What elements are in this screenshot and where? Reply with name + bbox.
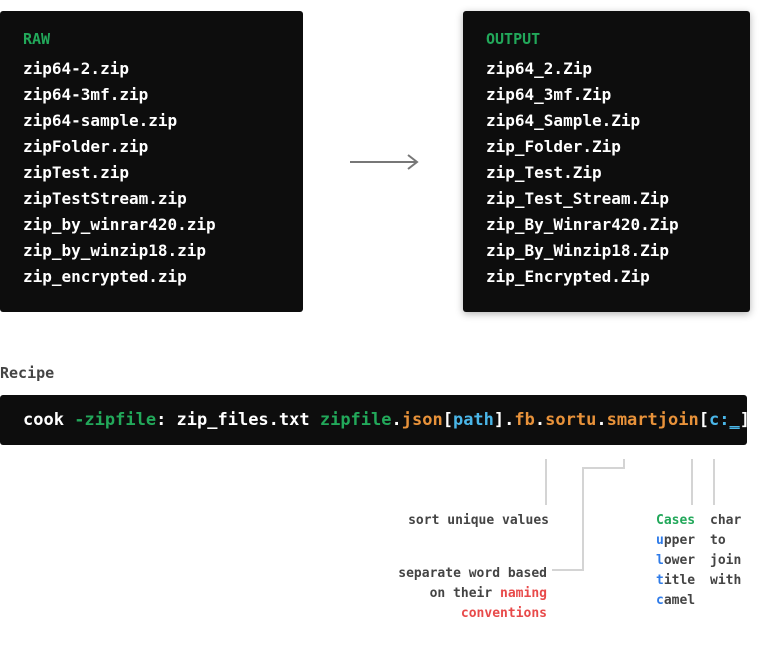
sortu-annotation: sort unique values [408, 513, 549, 528]
flag: -zipfile [74, 410, 157, 430]
case-option: lower [656, 551, 695, 571]
fb-line: on their [429, 586, 501, 601]
src: zipfile [319, 410, 392, 430]
dot: . [596, 410, 607, 430]
raw-filename: zip64-2.zip [23, 59, 129, 78]
fb-annotation: separate word based on their naming conven… [398, 564, 547, 624]
case-letter: l [656, 553, 664, 568]
raw-panel: RAW zip64-2.zip zip64-3mf.zip zip64-sample… [0, 11, 303, 312]
raw-title: RAW [23, 30, 51, 48]
cases-annotation: Cases upper lower title camel [656, 511, 695, 611]
bracket: ] [739, 410, 750, 430]
fb-connector [582, 467, 584, 571]
output-filename: zip_Test.Zip [486, 163, 602, 182]
join-line: with [710, 573, 742, 588]
arrow-right-icon [350, 154, 419, 170]
output-filename: zip64_2.Zip [486, 59, 592, 78]
recipe-command: cook -zipfile: zip_files.txt zipfile.jso… [0, 395, 750, 445]
json: json [401, 410, 443, 430]
path: path [452, 410, 494, 430]
fb-highlight: naming [500, 586, 547, 601]
dot: . [391, 410, 402, 430]
case-rest: itle [663, 573, 696, 588]
bracket: ] [493, 410, 505, 430]
output-filename: zip64_3mf.Zip [486, 85, 612, 104]
fb-connector [552, 569, 584, 571]
raw-filename: zip_encrypted.zip [23, 267, 187, 286]
fb-highlight: conventions [460, 606, 547, 621]
raw-filename: zip64-3mf.zip [23, 85, 149, 104]
join-char: _ [729, 410, 740, 430]
case-arg: c: [708, 410, 730, 430]
dot: . [534, 410, 546, 430]
fb-connector [582, 467, 625, 469]
case-option: camel [656, 591, 695, 611]
join-connector [713, 459, 715, 505]
output-filename: zip_Encrypted.Zip [486, 267, 650, 286]
case-letter: c [656, 593, 664, 608]
case-option: upper [656, 531, 695, 551]
colon: : zip_files.txt [156, 410, 320, 430]
output-filename: zip_By_Winzip18.Zip [486, 241, 670, 260]
output-filename: zip_Folder.Zip [486, 137, 621, 156]
output-filename: zip_Test_Stream.Zip [486, 189, 670, 208]
join-line: join [710, 553, 742, 568]
raw-filename: zip_by_winzip18.zip [23, 241, 207, 260]
join-annotation: char to join with [710, 511, 741, 591]
output-filename: zip64_Sample.Zip [486, 111, 641, 130]
sortu: sortu [545, 410, 597, 430]
fb-line: separate word based [398, 566, 547, 581]
output-title: OUTPUT [486, 30, 541, 48]
dot: . [504, 410, 515, 430]
case-connector [691, 459, 693, 505]
raw-filename: zipTest.zip [23, 163, 129, 182]
case-letter: u [656, 533, 664, 548]
bracket: [ [442, 410, 453, 430]
case-rest: ower [663, 553, 696, 568]
bracket: [ [698, 410, 709, 430]
raw-filename: zip_by_winrar420.zip [23, 215, 216, 234]
case-letter: t [656, 573, 664, 588]
raw-filename: zipTestStream.zip [23, 189, 187, 208]
case-rest: amel [663, 593, 696, 608]
join-line: char [710, 513, 742, 528]
case-rest: pper [663, 533, 696, 548]
recipe-label: Recipe [0, 364, 55, 382]
join-line: to [710, 533, 726, 548]
raw-filename: zipFolder.zip [23, 137, 149, 156]
sortu-connector [545, 459, 547, 505]
raw-filename: zip64-sample.zip [23, 111, 178, 130]
output-panel: OUTPUT zip64_2.Zip zip64_3mf.Zip zip64_Sam… [463, 11, 750, 312]
fb: fb [514, 410, 535, 430]
smartjoin: smartjoin [606, 410, 699, 430]
cases-title: Cases [656, 513, 696, 528]
case-option: title [656, 571, 695, 591]
cmd: cook [23, 410, 75, 430]
output-filename: zip_By_Winrar420.Zip [486, 215, 679, 234]
